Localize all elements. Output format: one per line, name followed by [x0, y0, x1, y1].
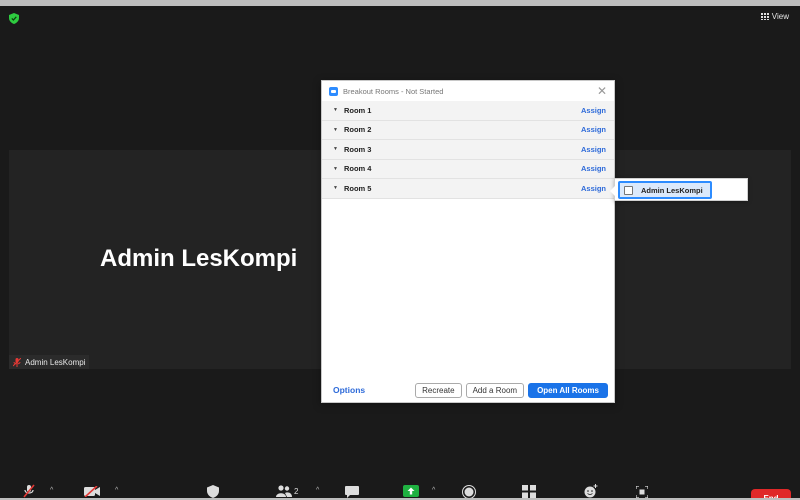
- apps-icon: [636, 486, 648, 498]
- room-label: Room 4: [343, 164, 372, 174]
- room-label: Room 5: [343, 183, 372, 193]
- view-button[interactable]: View: [760, 12, 789, 21]
- chat-button[interactable]: [345, 486, 359, 498]
- share-options-chevron[interactable]: ^: [432, 487, 435, 494]
- name-tag-label: Admin LesKompi: [25, 357, 86, 367]
- dialog-footer: Options Recreate Add a Room Open All Roo…: [322, 378, 614, 402]
- security-shield-icon: [207, 485, 219, 498]
- mute-button[interactable]: [23, 484, 35, 498]
- participant-name-tag: Admin LesKompi: [9, 355, 90, 369]
- stop-video-button[interactable]: [84, 486, 100, 497]
- room-row[interactable]: ▼ Room 2 Assign: [322, 120, 614, 140]
- reactions-icon: [584, 484, 598, 498]
- assign-link[interactable]: Assign: [581, 164, 606, 173]
- recreate-button[interactable]: Recreate: [415, 382, 462, 398]
- add-room-button[interactable]: Add a Room: [465, 382, 525, 398]
- chevron-up-icon: ^: [316, 487, 320, 494]
- room-label: Room 2: [343, 125, 372, 135]
- assign-participants-popup: Admin LesKompi: [610, 178, 748, 201]
- grid-view-icon: [760, 13, 769, 20]
- shield-icon[interactable]: [9, 13, 19, 24]
- chat-icon: [345, 486, 359, 498]
- microphone-muted-icon: [23, 484, 35, 498]
- assign-link[interactable]: Assign: [581, 106, 606, 115]
- assign-participant-name: Admin LesKompi: [641, 185, 703, 195]
- security-button[interactable]: [207, 485, 219, 498]
- room-label: Room 1: [343, 105, 372, 115]
- record-icon: [462, 485, 476, 499]
- participant-display-name: Admin LesKompi: [100, 245, 298, 272]
- window-top-border: [0, 0, 800, 6]
- participants-count: 2: [294, 486, 299, 496]
- video-options-chevron[interactable]: ^: [115, 487, 118, 494]
- caret-down-icon[interactable]: ▼: [333, 107, 338, 113]
- breakout-rooms-button[interactable]: [522, 485, 536, 498]
- meeting-toolbar: [0, 478, 800, 500]
- room-row[interactable]: ▼ Room 5 Assign: [322, 179, 614, 199]
- room-row[interactable]: ▼ Room 1 Assign: [322, 101, 614, 121]
- audio-options-chevron[interactable]: ^: [50, 487, 53, 494]
- share-screen-button[interactable]: [403, 485, 419, 497]
- assign-participant-item[interactable]: Admin LesKompi: [618, 181, 712, 199]
- share-screen-icon: [403, 485, 419, 497]
- assign-link[interactable]: Assign: [581, 184, 606, 193]
- participants-icon: [276, 485, 292, 497]
- record-button[interactable]: [462, 485, 476, 499]
- caret-down-icon[interactable]: ▼: [333, 146, 338, 152]
- open-all-rooms-button[interactable]: Open All Rooms: [528, 382, 608, 398]
- video-off-icon: [84, 486, 100, 497]
- view-label: View: [771, 12, 789, 21]
- participants-button[interactable]: 2: [276, 485, 298, 497]
- assign-link[interactable]: Assign: [581, 145, 606, 154]
- room-row[interactable]: ▼ Room 3 Assign: [322, 140, 614, 160]
- assign-link[interactable]: Assign: [581, 125, 606, 134]
- popup-arrow: [610, 186, 615, 196]
- room-label: Room 3: [343, 144, 372, 154]
- dialog-title-bar: Breakout Rooms - Not Started ✕: [322, 81, 614, 101]
- options-link[interactable]: Options: [333, 385, 411, 395]
- breakout-rooms-dialog: Breakout Rooms - Not Started ✕ ▼ Room 1 …: [321, 80, 615, 403]
- chevron-up-icon: ^: [115, 487, 119, 494]
- caret-down-icon[interactable]: ▼: [333, 166, 338, 172]
- zoom-logo-icon: [329, 86, 338, 96]
- microphone-muted-icon: [13, 357, 21, 367]
- chevron-up-icon: ^: [50, 487, 54, 494]
- caret-down-icon[interactable]: ▼: [333, 127, 338, 133]
- room-row[interactable]: ▼ Room 4 Assign: [322, 159, 614, 179]
- reactions-button[interactable]: [583, 484, 598, 498]
- breakout-rooms-icon: [522, 485, 536, 498]
- chevron-up-icon: ^: [432, 487, 436, 494]
- apps-button[interactable]: [636, 486, 648, 498]
- participant-checkbox[interactable]: [624, 185, 633, 195]
- close-icon[interactable]: ✕: [597, 85, 607, 97]
- caret-down-icon[interactable]: ▼: [333, 185, 338, 191]
- participants-options-chevron[interactable]: ^: [316, 487, 319, 494]
- dialog-title: Breakout Rooms - Not Started: [343, 86, 444, 96]
